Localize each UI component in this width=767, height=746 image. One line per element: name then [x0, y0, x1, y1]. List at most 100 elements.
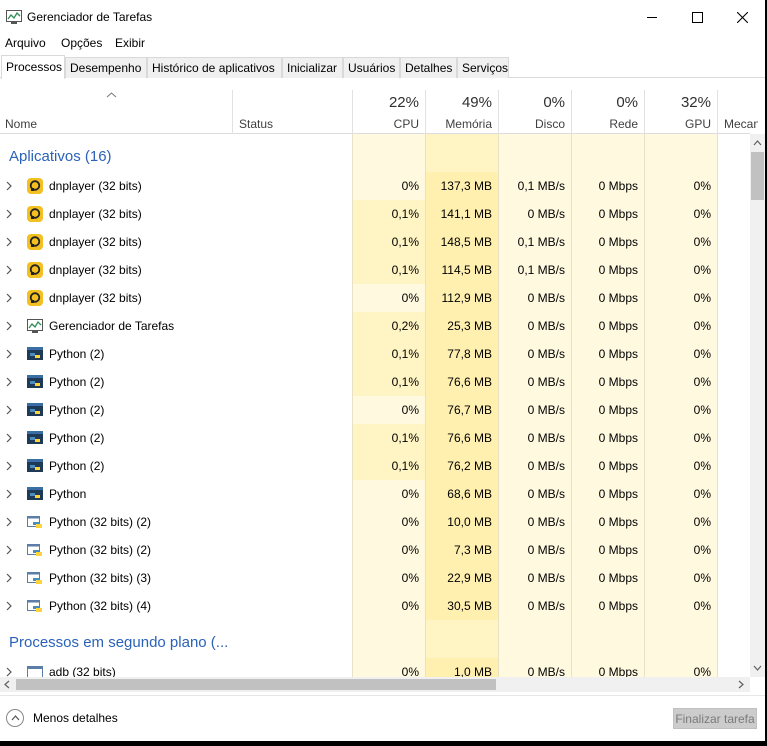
vertical-scroll-thumb[interactable] [751, 152, 764, 200]
window-title: Gerenciador de Tarefas [27, 10, 153, 24]
expand-chevron-icon[interactable] [6, 432, 12, 446]
python-icon [27, 402, 43, 418]
close-button[interactable] [719, 0, 765, 34]
tab-desempenho[interactable]: Desempenho [65, 57, 147, 78]
expand-chevron-icon[interactable] [6, 320, 12, 334]
expand-chevron-icon[interactable] [6, 488, 12, 502]
expand-chevron-icon[interactable] [6, 180, 12, 194]
process-memory-value: 77,8 MB [426, 340, 498, 368]
tab-inicializar[interactable]: Inicializar [282, 57, 343, 78]
menu-arquivo[interactable]: Arquivo [5, 36, 46, 50]
process-row[interactable]: dnplayer (32 bits) 0,1% 114,5 MB 0,1 MB/s 0 … [0, 256, 750, 284]
process-name: Python [49, 487, 87, 501]
column-gpu[interactable]: 32% GPU [645, 90, 717, 134]
expand-chevron-icon[interactable] [6, 666, 12, 677]
process-network-value: 0 Mbps [598, 515, 638, 529]
tab-processos[interactable]: Processos [1, 55, 65, 79]
process-network-value: 0 Mbps [598, 403, 638, 417]
dnplayer-icon [27, 234, 43, 250]
process-memory-value: 76,6 MB [426, 424, 498, 452]
process-row[interactable]: adb (32 bits) 0% 1,0 MB 0 MB/s 0 Mbps 0% [0, 658, 750, 677]
expand-chevron-icon[interactable] [6, 292, 12, 306]
process-row[interactable]: Python (32 bits) (4) 0% 30,5 MB 0 MB/s 0 Mbp… [0, 592, 750, 620]
column-memory[interactable]: 49% Memória [426, 90, 498, 134]
process-row[interactable]: dnplayer (32 bits) 0,1% 148,5 MB 0,1 MB/s 0 … [0, 228, 750, 256]
process-gpu-value: 0% [693, 291, 711, 305]
process-row[interactable]: Python (2) 0,1% 76,6 MB 0 MB/s 0 Mbps 0% [0, 368, 750, 396]
network-column-label: Rede [609, 117, 638, 131]
scroll-down-icon[interactable] [753, 665, 762, 671]
group-apps-title[interactable]: Aplicativos (16) [9, 148, 112, 165]
expand-chevron-icon[interactable] [6, 544, 12, 558]
maximize-button[interactable] [674, 0, 720, 34]
process-row[interactable]: Python (32 bits) (3) 0% 22,9 MB 0 MB/s 0 Mbp… [0, 564, 750, 592]
column-gpu-engine[interactable]: Mecanis [718, 90, 758, 134]
process-cpu-value: 0% [401, 487, 419, 501]
process-row[interactable]: Python 0% 68,6 MB 0 MB/s 0 Mbps 0% [0, 480, 750, 508]
memory-total-percent: 49% [461, 94, 492, 111]
process-row[interactable]: dnplayer (32 bits) 0% 137,3 MB 0,1 MB/s 0 Mb… [0, 172, 750, 200]
tab-detalhes[interactable]: Detalhes [400, 57, 457, 78]
column-disk[interactable]: 0% Disco [499, 90, 571, 134]
scroll-right-icon[interactable] [738, 680, 744, 689]
expand-chevron-icon[interactable] [6, 460, 12, 474]
expand-chevron-icon[interactable] [6, 376, 12, 390]
tab-historico-aplicativos[interactable]: Histórico de aplicativos [147, 57, 282, 78]
horizontal-scroll-thumb[interactable] [16, 679, 496, 690]
tab-servicos[interactable]: Serviços [457, 57, 509, 78]
process-cpu-value: 0,1% [353, 340, 425, 368]
minimize-button[interactable] [629, 0, 675, 34]
python-window-icon [27, 514, 43, 530]
expand-chevron-icon[interactable] [6, 208, 12, 222]
process-name: Python (32 bits) (3) [49, 571, 152, 585]
expand-chevron-icon[interactable] [6, 236, 12, 250]
process-row[interactable]: Python (2) 0,1% 76,6 MB 0 MB/s 0 Mbps 0% [0, 424, 750, 452]
expand-chevron-icon[interactable] [6, 264, 12, 278]
expand-chevron-icon[interactable] [6, 404, 12, 418]
title-bar: Gerenciador de Tarefas [0, 0, 765, 34]
dnplayer-icon [27, 290, 43, 306]
process-memory-value: 30,5 MB [426, 592, 498, 620]
process-row[interactable]: Python (32 bits) (2) 0% 7,3 MB 0 MB/s 0 Mbps… [0, 536, 750, 564]
expand-chevron-icon[interactable] [6, 600, 12, 614]
menu-exibir[interactable]: Exibir [115, 36, 145, 50]
column-cpu[interactable]: 22% CPU [353, 90, 425, 134]
process-row[interactable]: Gerenciador de Tarefas 0,2% 25,3 MB 0 MB/s 0… [0, 312, 750, 340]
process-row[interactable]: Python (2) 0,1% 76,2 MB 0 MB/s 0 Mbps 0% [0, 452, 750, 480]
column-network[interactable]: 0% Rede [572, 90, 644, 134]
process-cpu-value: 0,1% [353, 228, 425, 256]
process-memory-value: 141,1 MB [426, 200, 498, 228]
process-name: adb (32 bits) [49, 665, 116, 677]
python-icon [27, 486, 43, 502]
python-icon [27, 430, 43, 446]
process-network-value: 0 Mbps [598, 347, 638, 361]
process-cpu-value: 0,1% [353, 200, 425, 228]
column-name[interactable]: Nome [5, 117, 37, 131]
expand-chevron-icon[interactable] [6, 572, 12, 586]
process-cpu-value: 0% [401, 179, 419, 193]
fewer-details-button[interactable]: Menos detalhes [6, 708, 118, 728]
end-task-button[interactable]: Finalizar tarefa [673, 708, 757, 729]
process-row[interactable]: dnplayer (32 bits) 0,1% 141,1 MB 0 MB/s 0 Mb… [0, 200, 750, 228]
process-memory-value: 25,3 MB [426, 312, 498, 340]
process-gpu-value: 0% [693, 235, 711, 249]
vertical-scrollbar[interactable] [750, 134, 765, 677]
process-cpu-value: 0,1% [353, 256, 425, 284]
expand-chevron-icon[interactable] [6, 348, 12, 362]
tab-usuarios[interactable]: Usuários [343, 57, 400, 78]
process-row[interactable]: Python (2) 0,1% 77,8 MB 0 MB/s 0 Mbps 0% [0, 340, 750, 368]
expand-chevron-icon[interactable] [6, 516, 12, 530]
process-row[interactable]: Python (2) 0% 76,7 MB 0 MB/s 0 Mbps 0% [0, 396, 750, 424]
process-disk-value: 0 MB/s [527, 459, 565, 473]
process-row[interactable]: dnplayer (32 bits) 0% 112,9 MB 0 MB/s 0 Mbps… [0, 284, 750, 312]
process-row[interactable]: Python (32 bits) (2) 0% 10,0 MB 0 MB/s 0 Mbp… [0, 508, 750, 536]
group-background-title[interactable]: Processos em segundo plano (... [9, 634, 228, 651]
horizontal-scrollbar[interactable] [0, 677, 750, 692]
menu-opcoes[interactable]: Opções [61, 36, 102, 50]
scroll-up-icon[interactable] [753, 140, 762, 146]
process-network-value: 0 Mbps [598, 487, 638, 501]
process-gpu-value: 0% [693, 571, 711, 585]
scroll-left-icon[interactable] [4, 680, 10, 689]
memory-column-label: Memória [445, 117, 492, 131]
column-status[interactable]: Status [239, 117, 273, 131]
